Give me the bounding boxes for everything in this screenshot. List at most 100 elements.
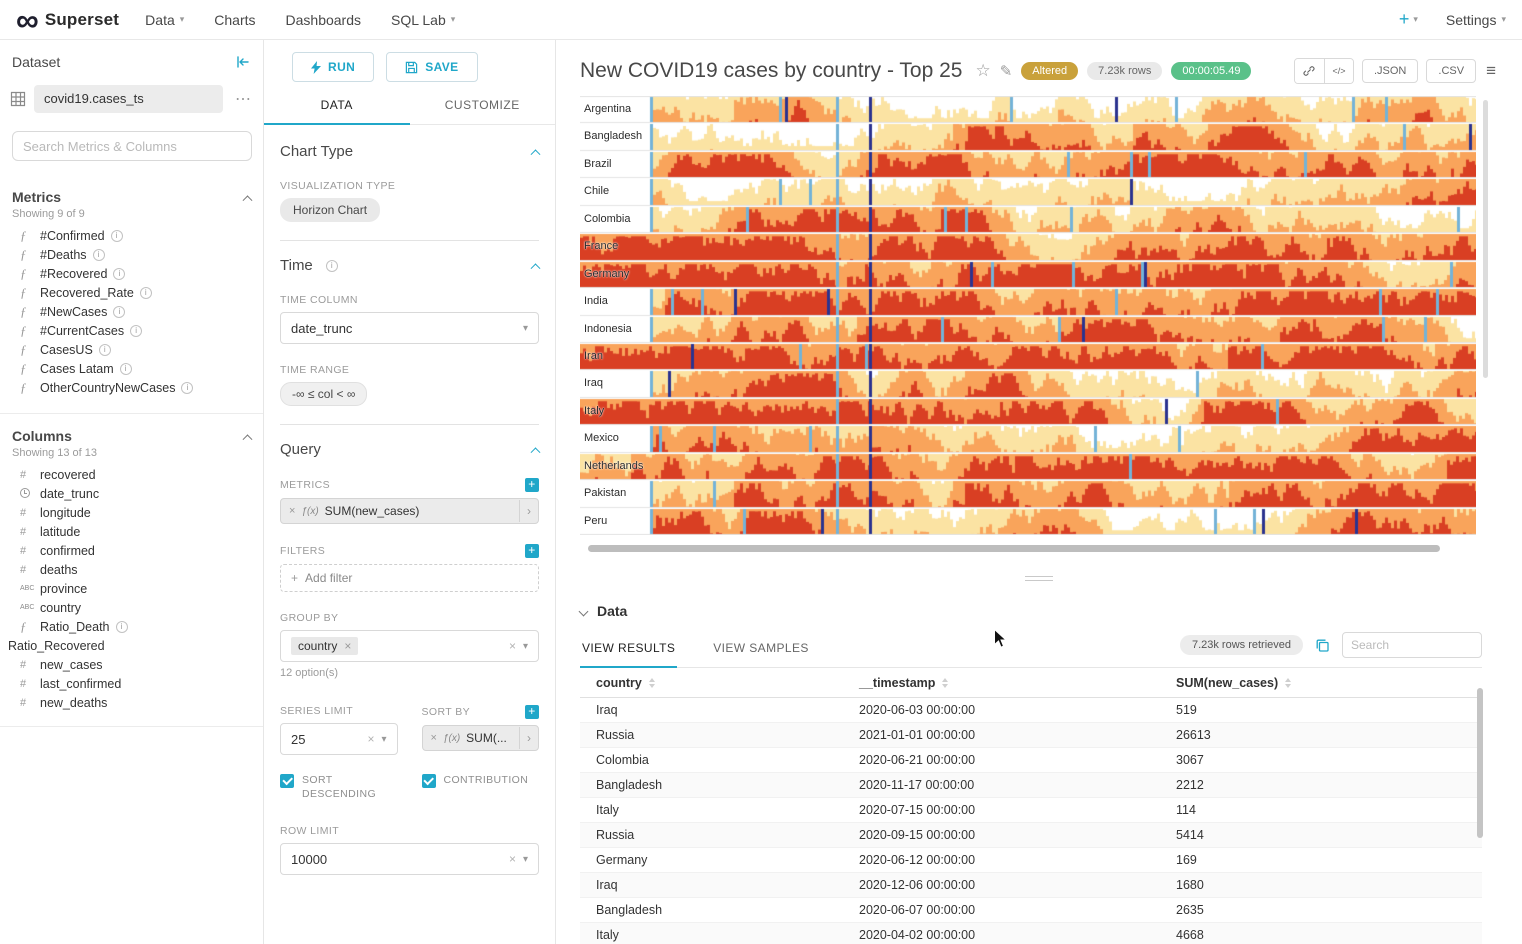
query-section[interactable]: Query xyxy=(280,441,539,458)
export-csv-button[interactable]: .CSV xyxy=(1426,59,1476,83)
sort-icon[interactable] xyxy=(649,678,655,688)
chevron-up-icon[interactable] xyxy=(531,447,541,457)
group-by-select[interactable]: country × × ▾ xyxy=(280,630,539,662)
chevron-up-icon[interactable] xyxy=(531,263,541,273)
new-item-button[interactable]: + ▾ xyxy=(1399,9,1418,30)
altered-badge[interactable]: Altered xyxy=(1021,62,1078,80)
column-item[interactable]: #latitude xyxy=(0,522,263,541)
info-icon[interactable]: i xyxy=(181,382,193,394)
metric-item[interactable]: ƒRecovered_Ratei xyxy=(0,283,263,302)
info-icon[interactable]: i xyxy=(130,325,142,337)
add-sort-button[interactable]: + xyxy=(525,705,539,719)
metric-pill[interactable]: × ƒ(x) SUM(new_cases) › xyxy=(280,498,539,524)
metric-item[interactable]: ƒ#Recoveredi xyxy=(0,264,263,283)
column-item[interactable]: #confirmed xyxy=(0,541,263,560)
column-item[interactable]: #deaths xyxy=(0,560,263,579)
table-vertical-scrollbar[interactable] xyxy=(1477,688,1483,838)
save-button[interactable]: SAVE xyxy=(386,52,477,82)
nav-charts[interactable]: Charts xyxy=(214,12,255,28)
horizon-chart[interactable]: ArgentinaBangladeshBrazilChileColombiaFr… xyxy=(580,96,1476,535)
metric-item[interactable]: ƒCasesUSi xyxy=(0,340,263,359)
data-section-toggle[interactable]: Data xyxy=(580,593,1482,619)
sort-icon[interactable] xyxy=(942,678,948,688)
column-item[interactable]: #last_confirmed xyxy=(0,674,263,693)
chart-horizontal-scrollbar[interactable] xyxy=(588,545,1440,552)
info-icon[interactable]: i xyxy=(120,363,132,375)
results-search-input[interactable] xyxy=(1342,632,1482,658)
chart-menu-icon[interactable]: ≡ xyxy=(1484,61,1498,81)
sort-descending-checkbox[interactable] xyxy=(280,774,294,788)
column-item[interactable]: #new_deaths xyxy=(0,693,263,712)
metrics-columns-search-input[interactable] xyxy=(12,131,252,161)
nav-dashboards[interactable]: Dashboards xyxy=(286,12,362,28)
column-item[interactable]: Ratio_Recovered xyxy=(0,636,263,655)
share-link-button[interactable] xyxy=(1295,59,1324,83)
chart-vertical-scrollbar[interactable] xyxy=(1483,100,1488,378)
chevron-up-icon[interactable] xyxy=(243,434,253,444)
tab-view-samples[interactable]: VIEW SAMPLES xyxy=(711,631,811,667)
time-section[interactable]: Time i xyxy=(280,257,539,274)
group-by-tag[interactable]: country × xyxy=(291,637,358,655)
add-filter-button[interactable]: + Add filter xyxy=(280,564,539,592)
remove-icon[interactable]: × xyxy=(289,505,295,517)
panel-resize-handle[interactable] xyxy=(556,571,1522,585)
row-limit-select[interactable]: 10000 × ▾ xyxy=(280,843,539,875)
series-limit-select[interactable]: 25 × ▾ xyxy=(280,723,398,755)
metric-item[interactable]: ƒ#CurrentCasesi xyxy=(0,321,263,340)
add-metric-button[interactable]: + xyxy=(525,478,539,492)
superset-logo[interactable]: ∞ Superset xyxy=(16,5,119,35)
nav-data[interactable]: Data ▾ xyxy=(145,12,184,28)
info-icon[interactable]: i xyxy=(116,621,128,633)
column-header-country[interactable]: country xyxy=(580,676,843,690)
sort-by-pill[interactable]: × ƒ(x) SUM(... › xyxy=(422,725,540,751)
contribution-checkbox[interactable] xyxy=(422,774,436,788)
add-filter-plus-button[interactable]: + xyxy=(525,544,539,558)
chevron-right-icon[interactable]: › xyxy=(519,727,538,749)
column-item[interactable]: #longitude xyxy=(0,503,263,522)
chevron-right-icon[interactable]: › xyxy=(519,500,538,522)
run-button[interactable]: RUN xyxy=(292,52,374,82)
settings-menu[interactable]: Settings ▾ xyxy=(1446,12,1506,28)
horizon-chart-canvas[interactable] xyxy=(580,96,1476,535)
viz-type-value[interactable]: Horizon Chart xyxy=(280,198,380,222)
clear-icon[interactable]: × xyxy=(509,852,516,866)
metric-item[interactable]: ƒOtherCountryNewCasesi xyxy=(0,378,263,397)
info-icon[interactable]: i xyxy=(140,287,152,299)
chevron-up-icon[interactable] xyxy=(243,195,253,205)
info-icon[interactable]: i xyxy=(93,249,105,261)
tab-view-results[interactable]: VIEW RESULTS xyxy=(580,631,677,667)
chart-type-section[interactable]: Chart Type xyxy=(280,143,539,160)
metric-item[interactable]: ƒ#NewCasesi xyxy=(0,302,263,321)
chevron-up-icon[interactable] xyxy=(531,149,541,159)
sort-icon[interactable] xyxy=(1285,678,1291,688)
metric-item[interactable]: ƒ#Confirmedi xyxy=(0,226,263,245)
metric-item[interactable]: ƒCases Latami xyxy=(0,359,263,378)
dataset-options-icon[interactable]: ⋯ xyxy=(231,89,255,109)
time-column-select[interactable]: date_trunc ▾ xyxy=(280,312,539,344)
info-icon[interactable]: i xyxy=(113,306,125,318)
remove-icon[interactable]: × xyxy=(431,732,437,744)
column-header--timestamp[interactable]: __timestamp xyxy=(843,676,1160,690)
copy-data-button[interactable] xyxy=(1315,638,1330,653)
info-icon[interactable]: i xyxy=(326,260,338,272)
time-range-value[interactable]: -∞ ≤ col < ∞ xyxy=(280,382,367,406)
tab-data[interactable]: DATA xyxy=(264,88,410,124)
export-json-button[interactable]: .JSON xyxy=(1362,59,1418,83)
column-item[interactable]: ABCcountry xyxy=(0,598,263,617)
column-item[interactable]: ƒRatio_Deathi xyxy=(0,617,263,636)
embed-code-button[interactable]: </> xyxy=(1324,59,1353,83)
collapse-panel-icon[interactable] xyxy=(235,55,251,69)
info-icon[interactable]: i xyxy=(113,268,125,280)
info-icon[interactable]: i xyxy=(99,344,111,356)
favorite-star-icon[interactable]: ☆ xyxy=(975,61,990,81)
column-header-sum-new-cases-[interactable]: SUM(new_cases) xyxy=(1160,676,1482,690)
tab-customize[interactable]: CUSTOMIZE xyxy=(410,88,556,124)
column-item[interactable]: date_trunc xyxy=(0,484,263,503)
column-item[interactable]: #new_cases xyxy=(0,655,263,674)
remove-icon[interactable]: × xyxy=(344,639,351,653)
edit-properties-icon[interactable]: ✎ xyxy=(1000,62,1013,80)
dataset-name[interactable]: covid19.cases_ts xyxy=(34,85,223,113)
dataset-selector[interactable]: covid19.cases_ts ⋯ xyxy=(8,85,255,113)
metric-item[interactable]: ƒ#Deathsi xyxy=(0,245,263,264)
clear-icon[interactable]: × xyxy=(509,639,516,653)
